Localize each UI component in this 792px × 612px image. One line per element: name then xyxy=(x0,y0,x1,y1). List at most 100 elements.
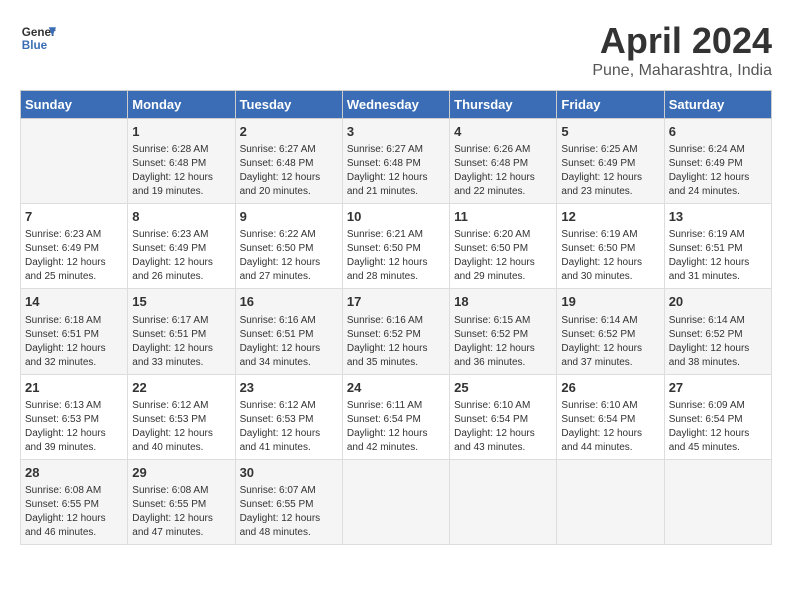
col-header-saturday: Saturday xyxy=(664,91,771,119)
col-header-tuesday: Tuesday xyxy=(235,91,342,119)
calendar-cell: 15 Sunrise: 6:17 AMSunset: 6:51 PMDayligh… xyxy=(128,289,235,374)
calendar-cell: 16 Sunrise: 6:16 AMSunset: 6:51 PMDayligh… xyxy=(235,289,342,374)
day-info: Sunrise: 6:10 AMSunset: 6:54 PMDaylight:… xyxy=(454,399,552,455)
col-header-monday: Monday xyxy=(128,91,235,119)
day-number: 9 xyxy=(240,208,338,226)
calendar-table: SundayMondayTuesdayWednesdayThursdayFrid… xyxy=(20,90,772,545)
day-number: 20 xyxy=(669,293,767,311)
logo: General Blue xyxy=(20,20,56,56)
calendar-cell: 27 Sunrise: 6:09 AMSunset: 6:54 PMDayligh… xyxy=(664,374,771,459)
col-header-friday: Friday xyxy=(557,91,664,119)
calendar-cell: 20 Sunrise: 6:14 AMSunset: 6:52 PMDayligh… xyxy=(664,289,771,374)
logo-icon: General Blue xyxy=(20,20,56,56)
calendar-cell: 9 Sunrise: 6:22 AMSunset: 6:50 PMDaylight… xyxy=(235,204,342,289)
day-number: 21 xyxy=(25,379,123,397)
day-info: Sunrise: 6:09 AMSunset: 6:54 PMDaylight:… xyxy=(669,399,767,455)
day-number: 23 xyxy=(240,379,338,397)
calendar-cell: 3 Sunrise: 6:27 AMSunset: 6:48 PMDaylight… xyxy=(342,119,449,204)
day-number: 12 xyxy=(561,208,659,226)
day-info: Sunrise: 6:23 AMSunset: 6:49 PMDaylight:… xyxy=(25,228,123,284)
day-info: Sunrise: 6:22 AMSunset: 6:50 PMDaylight:… xyxy=(240,228,338,284)
day-number: 10 xyxy=(347,208,445,226)
day-info: Sunrise: 6:28 AMSunset: 6:48 PMDaylight:… xyxy=(132,143,230,199)
calendar-cell: 17Sunrise: 6:16 AMSunset: 6:52 PMDayligh… xyxy=(342,289,449,374)
day-number: 2 xyxy=(240,123,338,141)
day-info: Sunrise: 6:07 AMSunset: 6:55 PMDaylight:… xyxy=(240,484,338,540)
day-number: 16 xyxy=(240,293,338,311)
calendar-cell: 12 Sunrise: 6:19 AMSunset: 6:50 PMDayligh… xyxy=(557,204,664,289)
day-info: Sunrise: 6:20 AMSunset: 6:50 PMDaylight:… xyxy=(454,228,552,284)
day-number: 27 xyxy=(669,379,767,397)
col-header-sunday: Sunday xyxy=(21,91,128,119)
page-subtitle: Pune, Maharashtra, India xyxy=(592,62,772,80)
day-number: 14 xyxy=(25,293,123,311)
calendar-cell: 7Sunrise: 6:23 AMSunset: 6:49 PMDaylight… xyxy=(21,204,128,289)
page-title: April 2024 xyxy=(592,20,772,62)
day-info: Sunrise: 6:23 AMSunset: 6:49 PMDaylight:… xyxy=(132,228,230,284)
day-number: 18 xyxy=(454,293,552,311)
calendar-cell: 23 Sunrise: 6:12 AMSunset: 6:53 PMDayligh… xyxy=(235,374,342,459)
calendar-body: 1 Sunrise: 6:28 AMSunset: 6:48 PMDaylight… xyxy=(21,119,772,545)
day-info: Sunrise: 6:21 AMSunset: 6:50 PMDaylight:… xyxy=(347,228,445,284)
calendar-row: 28Sunrise: 6:08 AMSunset: 6:55 PMDayligh… xyxy=(21,459,772,544)
calendar-cell: 26Sunrise: 6:10 AMSunset: 6:54 PMDayligh… xyxy=(557,374,664,459)
day-number: 4 xyxy=(454,123,552,141)
day-info: Sunrise: 6:19 AMSunset: 6:51 PMDaylight:… xyxy=(669,228,767,284)
calendar-row: 1 Sunrise: 6:28 AMSunset: 6:48 PMDaylight… xyxy=(21,119,772,204)
col-header-wednesday: Wednesday xyxy=(342,91,449,119)
header-row: SundayMondayTuesdayWednesdayThursdayFrid… xyxy=(21,91,772,119)
header: General Blue April 2024 Pune, Maharashtr… xyxy=(20,20,772,80)
day-number: 24 xyxy=(347,379,445,397)
day-number: 19 xyxy=(561,293,659,311)
calendar-cell: 2Sunrise: 6:27 AMSunset: 6:48 PMDaylight… xyxy=(235,119,342,204)
calendar-cell: 8 Sunrise: 6:23 AMSunset: 6:49 PMDaylight… xyxy=(128,204,235,289)
calendar-cell: 14 Sunrise: 6:18 AMSunset: 6:51 PMDayligh… xyxy=(21,289,128,374)
day-number: 30 xyxy=(240,464,338,482)
calendar-row: 21 Sunrise: 6:13 AMSunset: 6:53 PMDayligh… xyxy=(21,374,772,459)
day-info: Sunrise: 6:12 AMSunset: 6:53 PMDaylight:… xyxy=(240,399,338,455)
calendar-cell: 10 Sunrise: 6:21 AMSunset: 6:50 PMDayligh… xyxy=(342,204,449,289)
calendar-cell: 6 Sunrise: 6:24 AMSunset: 6:49 PMDaylight… xyxy=(664,119,771,204)
day-info: Sunrise: 6:14 AMSunset: 6:52 PMDaylight:… xyxy=(669,314,767,370)
day-info: Sunrise: 6:24 AMSunset: 6:49 PMDaylight:… xyxy=(669,143,767,199)
day-info: Sunrise: 6:16 AMSunset: 6:51 PMDaylight:… xyxy=(240,314,338,370)
day-number: 8 xyxy=(132,208,230,226)
day-info: Sunrise: 6:17 AMSunset: 6:51 PMDaylight:… xyxy=(132,314,230,370)
day-number: 15 xyxy=(132,293,230,311)
calendar-cell xyxy=(664,459,771,544)
svg-text:Blue: Blue xyxy=(22,39,48,52)
day-info: Sunrise: 6:18 AMSunset: 6:51 PMDaylight:… xyxy=(25,314,123,370)
calendar-cell: 19 Sunrise: 6:14 AMSunset: 6:52 PMDayligh… xyxy=(557,289,664,374)
calendar-row: 14 Sunrise: 6:18 AMSunset: 6:51 PMDayligh… xyxy=(21,289,772,374)
day-info: Sunrise: 6:11 AMSunset: 6:54 PMDaylight:… xyxy=(347,399,445,455)
col-header-thursday: Thursday xyxy=(450,91,557,119)
day-number: 6 xyxy=(669,123,767,141)
day-info: Sunrise: 6:25 AMSunset: 6:49 PMDaylight:… xyxy=(561,143,659,199)
day-info: Sunrise: 6:19 AMSunset: 6:50 PMDaylight:… xyxy=(561,228,659,284)
calendar-cell: 4Sunrise: 6:26 AMSunset: 6:48 PMDaylight… xyxy=(450,119,557,204)
day-number: 17 xyxy=(347,293,445,311)
day-info: Sunrise: 6:12 AMSunset: 6:53 PMDaylight:… xyxy=(132,399,230,455)
calendar-cell: 28Sunrise: 6:08 AMSunset: 6:55 PMDayligh… xyxy=(21,459,128,544)
day-info: Sunrise: 6:08 AMSunset: 6:55 PMDaylight:… xyxy=(25,484,123,540)
calendar-cell xyxy=(557,459,664,544)
calendar-cell: 22 Sunrise: 6:12 AMSunset: 6:53 PMDayligh… xyxy=(128,374,235,459)
day-info: Sunrise: 6:14 AMSunset: 6:52 PMDaylight:… xyxy=(561,314,659,370)
day-info: Sunrise: 6:27 AMSunset: 6:48 PMDaylight:… xyxy=(347,143,445,199)
calendar-cell: 24 Sunrise: 6:11 AMSunset: 6:54 PMDayligh… xyxy=(342,374,449,459)
day-info: Sunrise: 6:08 AMSunset: 6:55 PMDaylight:… xyxy=(132,484,230,540)
calendar-cell: 1 Sunrise: 6:28 AMSunset: 6:48 PMDaylight… xyxy=(128,119,235,204)
day-number: 25 xyxy=(454,379,552,397)
calendar-cell: 5 Sunrise: 6:25 AMSunset: 6:49 PMDaylight… xyxy=(557,119,664,204)
day-number: 26 xyxy=(561,379,659,397)
day-number: 5 xyxy=(561,123,659,141)
day-number: 3 xyxy=(347,123,445,141)
calendar-cell: 25 Sunrise: 6:10 AMSunset: 6:54 PMDayligh… xyxy=(450,374,557,459)
day-number: 22 xyxy=(132,379,230,397)
day-number: 1 xyxy=(132,123,230,141)
calendar-header: SundayMondayTuesdayWednesdayThursdayFrid… xyxy=(21,91,772,119)
calendar-cell: 13Sunrise: 6:19 AMSunset: 6:51 PMDayligh… xyxy=(664,204,771,289)
day-info: Sunrise: 6:13 AMSunset: 6:53 PMDaylight:… xyxy=(25,399,123,455)
calendar-cell: 21 Sunrise: 6:13 AMSunset: 6:53 PMDayligh… xyxy=(21,374,128,459)
calendar-cell: 11Sunrise: 6:20 AMSunset: 6:50 PMDayligh… xyxy=(450,204,557,289)
